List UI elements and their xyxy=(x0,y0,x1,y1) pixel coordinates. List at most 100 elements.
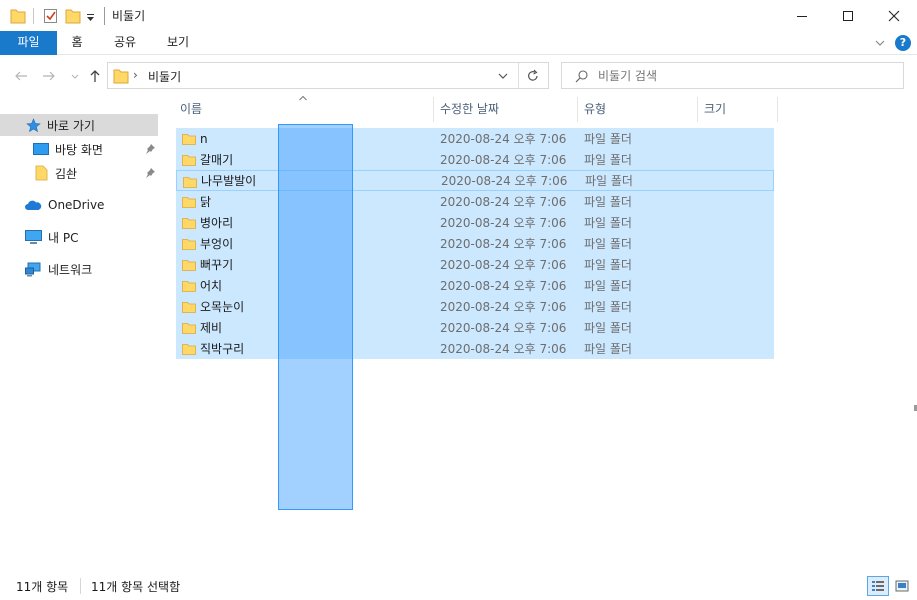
maximize-icon xyxy=(843,10,853,21)
table-row[interactable]: 부엉이 2020-08-24 오후 7:06 파일 폴더 xyxy=(176,233,774,254)
file-type: 파일 폴더 xyxy=(585,174,633,188)
file-name[interactable]: 어치 xyxy=(200,277,222,294)
file-name[interactable]: 뻐꾸기 xyxy=(200,256,233,273)
close-icon xyxy=(888,10,900,21)
breadcrumb-separator[interactable]: › xyxy=(133,68,138,82)
details-view-button[interactable] xyxy=(867,576,889,596)
nav-item-this-pc[interactable]: 내 PC xyxy=(0,226,158,248)
nav-item-folder[interactable]: 김솬 xyxy=(0,162,158,184)
nav-item-label: 김솬 xyxy=(55,166,78,181)
customize-toolbar-icon[interactable] xyxy=(86,7,96,25)
file-type: 파일 폴더 xyxy=(584,216,632,230)
column-header-size[interactable]: 크기 xyxy=(700,97,776,122)
arrow-up-icon xyxy=(90,70,100,82)
help-button[interactable]: ? xyxy=(895,35,911,51)
column-header-type[interactable]: 유형 xyxy=(580,97,696,122)
chevron-down-icon[interactable] xyxy=(497,71,509,81)
table-row[interactable]: 닭 2020-08-24 오후 7:06 파일 폴더 xyxy=(176,191,774,212)
file-name[interactable]: 오목눈이 xyxy=(200,298,244,315)
properties-icon[interactable] xyxy=(43,7,59,25)
table-row[interactable]: 뻐꾸기 2020-08-24 오후 7:06 파일 폴더 xyxy=(176,254,774,275)
forward-button[interactable] xyxy=(40,66,58,86)
folder-icon xyxy=(182,218,196,229)
maximize-button[interactable] xyxy=(825,0,871,31)
back-button[interactable] xyxy=(12,66,30,86)
file-type: 파일 폴더 xyxy=(584,300,632,314)
file-type: 파일 폴더 xyxy=(584,237,632,251)
tab-file[interactable]: 파일 xyxy=(0,31,57,55)
minimize-icon xyxy=(797,15,807,17)
nav-item-label: 내 PC xyxy=(48,230,79,245)
file-name[interactable]: 병아리 xyxy=(200,214,233,231)
file-date: 2020-08-24 오후 7:06 xyxy=(440,237,567,251)
item-count: 11개 항목 xyxy=(16,580,69,594)
status-bar: 11개 항목 11개 항목 선택함 xyxy=(0,572,917,600)
large-icons-view-button[interactable] xyxy=(891,576,913,596)
file-name[interactable]: 나무발발이 xyxy=(201,172,256,189)
search-icon xyxy=(575,70,588,83)
table-row[interactable]: 직박구리 2020-08-24 오후 7:06 파일 폴더 xyxy=(176,338,774,359)
breadcrumb-current[interactable]: 비둘기 xyxy=(148,68,181,85)
new-folder-icon[interactable] xyxy=(65,7,81,25)
pin-icon[interactable] xyxy=(144,143,156,155)
file-name[interactable]: 직박구리 xyxy=(200,340,244,357)
nav-item-quick-access[interactable]: 바로 가기 xyxy=(0,114,158,136)
folder-icon xyxy=(182,260,196,271)
table-row[interactable]: 제비 2020-08-24 오후 7:06 파일 폴더 xyxy=(176,317,774,338)
column-divider[interactable] xyxy=(577,97,578,122)
nav-item-label: 바탕 화면 xyxy=(55,142,103,157)
tab-share[interactable]: 공유 xyxy=(103,31,147,55)
file-type: 파일 폴더 xyxy=(584,132,632,146)
table-row[interactable]: 병아리 2020-08-24 오후 7:06 파일 폴더 xyxy=(176,212,774,233)
column-divider[interactable] xyxy=(697,97,698,122)
qa-divider xyxy=(33,8,34,24)
file-name[interactable]: 갈매기 xyxy=(200,151,233,168)
file-name[interactable]: 닭 xyxy=(200,193,211,210)
title-bar: 비둘기 xyxy=(0,0,917,31)
search-box[interactable] xyxy=(561,62,904,89)
table-row[interactable]: 갈매기 2020-08-24 오후 7:06 파일 폴더 xyxy=(176,149,774,170)
file-name[interactable]: 제비 xyxy=(200,319,222,336)
file-date: 2020-08-24 오후 7:06 xyxy=(440,195,567,209)
folder-icon xyxy=(182,344,196,355)
sort-ascending-icon xyxy=(299,95,307,101)
table-row[interactable]: 오목눈이 2020-08-24 오후 7:06 파일 폴더 xyxy=(176,296,774,317)
chevron-down-icon[interactable] xyxy=(874,38,886,48)
column-header-date[interactable]: 수정한 날짜 xyxy=(436,97,576,122)
window-title: 비둘기 xyxy=(112,9,146,23)
pin-icon[interactable] xyxy=(144,167,156,179)
nav-item-desktop[interactable]: 바탕 화면 xyxy=(0,138,158,160)
nav-item-label: 바로 가기 xyxy=(47,118,95,133)
up-button[interactable] xyxy=(86,66,104,86)
refresh-icon[interactable] xyxy=(526,69,540,83)
chevron-down-icon xyxy=(71,74,79,79)
tab-view[interactable]: 보기 xyxy=(158,31,198,55)
file-name[interactable]: 부엉이 xyxy=(200,235,233,252)
table-row[interactable]: n 2020-08-24 오후 7:06 파일 폴더 xyxy=(176,128,774,149)
folder-icon[interactable] xyxy=(10,7,26,25)
file-date: 2020-08-24 오후 7:06 xyxy=(440,321,567,335)
folder-icon xyxy=(182,323,196,334)
selection-rectangle xyxy=(278,124,353,510)
minimize-button[interactable] xyxy=(779,0,825,31)
arrow-right-icon xyxy=(43,71,55,81)
tab-home[interactable]: 홈 xyxy=(61,31,93,55)
table-row[interactable]: 나무발발이 2020-08-24 오후 7:06 파일 폴더 xyxy=(176,170,774,191)
search-input[interactable] xyxy=(598,66,893,85)
file-date: 2020-08-24 오후 7:06 xyxy=(440,216,567,230)
address-bar[interactable]: › 비둘기 xyxy=(107,62,549,89)
star-icon xyxy=(26,117,41,132)
nav-item-network[interactable]: 네트워크 xyxy=(0,258,158,280)
file-type: 파일 폴더 xyxy=(584,342,632,356)
column-divider[interactable] xyxy=(777,97,778,122)
status-divider xyxy=(80,578,81,594)
recent-locations-button[interactable] xyxy=(66,66,84,86)
folder-icon xyxy=(183,177,197,188)
table-row[interactable]: 어치 2020-08-24 오후 7:06 파일 폴더 xyxy=(176,275,774,296)
title-divider xyxy=(104,7,105,25)
close-button[interactable] xyxy=(871,0,917,31)
nav-item-onedrive[interactable]: OneDrive xyxy=(0,194,158,216)
column-divider[interactable] xyxy=(433,97,434,122)
file-type: 파일 폴더 xyxy=(584,321,632,335)
file-name[interactable]: n xyxy=(200,132,208,146)
